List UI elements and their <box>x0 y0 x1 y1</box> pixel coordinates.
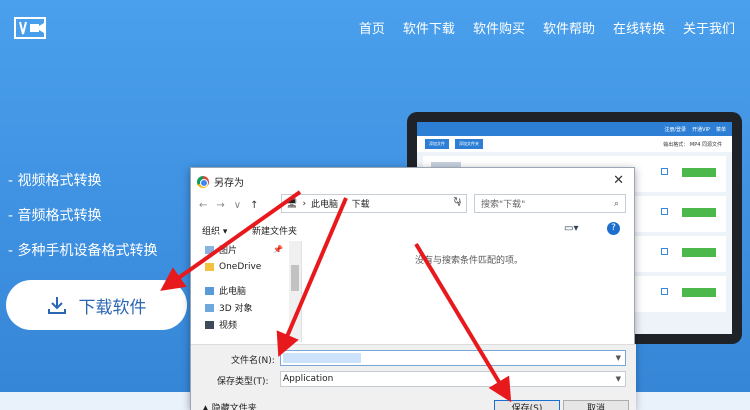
dialog-title-bar: 另存为 <box>191 168 634 195</box>
feature-item: - 多种手机设备格式转换 <box>8 243 158 259</box>
nav-pane-item-onedrive[interactable]: OneDrive <box>201 258 301 275</box>
address-row: ← → ∨ ↑ 🖥 › 此电脑 › 下载 ∨ ↻ 搜索"下载" ⌕ <box>191 194 636 216</box>
save-as-dialog: 另存为 ✕ ← → ∨ ↑ 🖥 › 此电脑 › 下载 ∨ ↻ 搜索"下载" ⌕ … <box>190 167 636 410</box>
search-icon: ⌕ <box>613 198 619 209</box>
app-add-folder: 添加文件夹 <box>455 139 483 149</box>
file-list-area[interactable]: 没有与搜索条件匹配的项。 <box>303 241 633 342</box>
filename-selection <box>283 353 361 363</box>
feature-item: - 音频格式转换 <box>8 208 102 224</box>
close-icon[interactable]: ✕ <box>613 173 624 188</box>
up-arrow-icon[interactable]: ↑ <box>250 200 258 211</box>
recent-chevron-icon[interactable]: ∨ <box>234 200 241 211</box>
nav-pane-item-3d-objects[interactable]: 3D 对象 <box>201 299 301 316</box>
dialog-toolbar: 组织 ▾ 新建文件夹 ▭▾ ? <box>191 221 636 239</box>
save-options-panel: 文件名(N): ▼ 保存类型(T): Application ▼ ▲ 隐藏文件夹… <box>191 344 636 410</box>
pin-icon: 📌 <box>273 245 283 254</box>
app-output-format: 输出格式： MP4 同源文件 <box>663 141 722 148</box>
download-button-label: 下载软件 <box>78 297 147 318</box>
cancel-button[interactable]: 取消 <box>563 400 629 410</box>
site-logo-icon[interactable] <box>14 16 48 40</box>
3d-objects-icon <box>205 303 214 312</box>
nav-download[interactable]: 软件下载 <box>394 18 464 37</box>
nav-pane-item-pictures[interactable]: 图片 📌 <box>201 241 301 258</box>
hide-folders-toggle[interactable]: ▲ 隐藏文件夹 <box>202 401 257 410</box>
top-nav: 首页 软件下载 软件购买 软件帮助 在线转换 关于我们 <box>350 18 744 37</box>
new-folder-button[interactable]: 新建文件夹 <box>252 224 297 237</box>
save-button[interactable]: 保存(S) <box>494 400 560 410</box>
app-add-file: 添加文件 <box>425 139 449 149</box>
pictures-folder-icon <box>205 245 214 254</box>
filename-label: 文件名(N): <box>231 356 275 366</box>
nav-pane-item-this-pc[interactable]: 此电脑 <box>201 282 301 299</box>
computer-icon <box>205 286 214 295</box>
nav-pane-scrollbar[interactable] <box>289 241 301 342</box>
nav-online-convert[interactable]: 在线转换 <box>604 18 674 37</box>
search-input[interactable]: 搜索"下载" ⌕ <box>474 194 626 213</box>
organize-menu[interactable]: 组织 ▾ <box>191 224 227 237</box>
computer-small-icon: 🖥 <box>286 198 298 209</box>
download-button[interactable]: 下载软件 <box>6 280 187 330</box>
file-type-label: 保存类型(T): <box>217 377 269 387</box>
nav-pane-label: 视频 <box>219 321 238 331</box>
refresh-icon[interactable]: ↻ <box>453 196 461 207</box>
app-preview-toolbar: 添加文件 添加文件夹 输出格式： MP4 同源文件 <box>417 136 732 152</box>
help-icon[interactable]: ? <box>607 222 620 235</box>
back-arrow-icon[interactable]: ← <box>199 200 207 211</box>
app-login: 注册/登录 <box>664 126 687 133</box>
nav-pane-label: 3D 对象 <box>219 304 253 314</box>
breadcrumb[interactable]: 🖥 › 此电脑 › 下载 ∨ <box>281 194 467 213</box>
chevron-down-icon[interactable]: ▼ <box>616 354 621 362</box>
navigation-pane: 图片 📌 OneDrive 此电脑 3D 对象 视频 <box>201 241 302 342</box>
app-menu: 菜单 <box>715 126 726 133</box>
nav-pane-label: 图片 <box>219 246 238 256</box>
feature-list: - 视频格式转换 - 音频格式转换 - 多种手机设备格式转换 <box>8 170 158 275</box>
view-options-icon[interactable]: ▭▾ <box>564 223 578 234</box>
file-type-select[interactable]: Application ▼ <box>280 371 626 387</box>
forward-arrow-icon[interactable]: → <box>216 200 224 211</box>
file-type-value: Application <box>283 374 334 384</box>
app-vip: 开通VIP <box>692 126 710 133</box>
nav-pane-label: OneDrive <box>219 261 262 272</box>
breadcrumb-downloads[interactable]: 下载 <box>352 197 370 210</box>
app-preview-header: 注册/登录 开通VIP 菜单 <box>417 122 732 136</box>
video-folder-icon <box>205 320 214 329</box>
nav-purchase[interactable]: 软件购买 <box>464 18 534 37</box>
nav-about[interactable]: 关于我们 <box>674 18 744 37</box>
nav-pane-item-videos[interactable]: 视频 <box>201 316 301 333</box>
nav-help[interactable]: 软件帮助 <box>534 18 604 37</box>
breadcrumb-this-pc[interactable]: 此电脑 <box>311 197 338 210</box>
feature-item: - 视频格式转换 <box>8 173 102 189</box>
dialog-title: 另存为 <box>214 178 244 189</box>
filename-input[interactable]: ▼ <box>280 350 626 366</box>
download-icon <box>47 297 66 314</box>
nav-pane-label: 此电脑 <box>219 287 247 297</box>
empty-message: 没有与搜索条件匹配的项。 <box>415 256 524 266</box>
search-placeholder: 搜索"下载" <box>481 200 526 210</box>
chrome-icon <box>197 175 209 188</box>
chevron-down-icon[interactable]: ▼ <box>616 375 621 383</box>
nav-home[interactable]: 首页 <box>350 18 394 37</box>
onedrive-icon <box>205 262 214 271</box>
